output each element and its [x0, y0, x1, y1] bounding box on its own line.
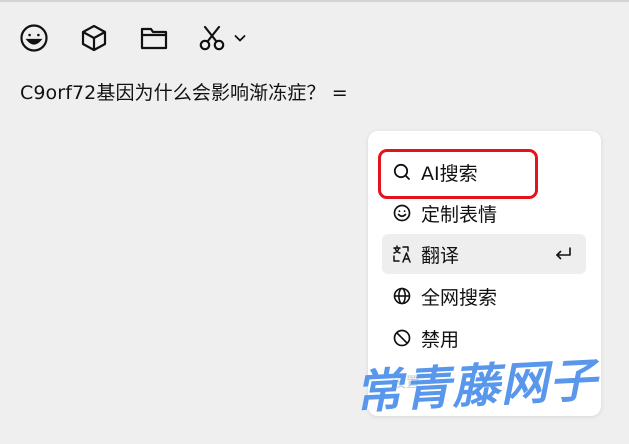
- enter-icon: [556, 247, 571, 260]
- emoji-icon: [20, 24, 48, 52]
- menu-item-custom-emoji[interactable]: 定制表情: [382, 193, 586, 233]
- ban-icon: [392, 328, 412, 348]
- smile-icon: [392, 203, 412, 223]
- cube-icon: [81, 24, 107, 52]
- input-toolbar: [14, 18, 250, 58]
- screenshot-options-dropdown[interactable]: [230, 18, 250, 58]
- menu-item-label: 全网搜索: [421, 286, 498, 309]
- top-border: [0, 0, 629, 2]
- emoji-button[interactable]: [14, 18, 54, 58]
- cube-button[interactable]: [74, 18, 114, 58]
- scissors-icon: [199, 25, 225, 51]
- folder-button[interactable]: [134, 18, 174, 58]
- menu-item-translate[interactable]: 翻译: [382, 234, 586, 274]
- folder-icon: [140, 27, 168, 50]
- watermark: 常青藤网子: [353, 352, 607, 421]
- message-input-text[interactable]: C9orf72基因为什么会影响渐冻症？ =: [20, 78, 348, 105]
- menu-item-label: 禁用: [421, 328, 460, 351]
- menu-item-label: 翻译: [421, 244, 460, 267]
- globe-icon: [392, 286, 412, 306]
- menu-item-web-search[interactable]: 全网搜索: [382, 276, 586, 316]
- annotation-highlight-box: [378, 149, 538, 199]
- screenshot-button[interactable]: [194, 18, 230, 58]
- menu-item-label: 定制表情: [421, 203, 498, 226]
- translate-icon: [392, 244, 412, 264]
- chevron-down-icon: [234, 35, 246, 42]
